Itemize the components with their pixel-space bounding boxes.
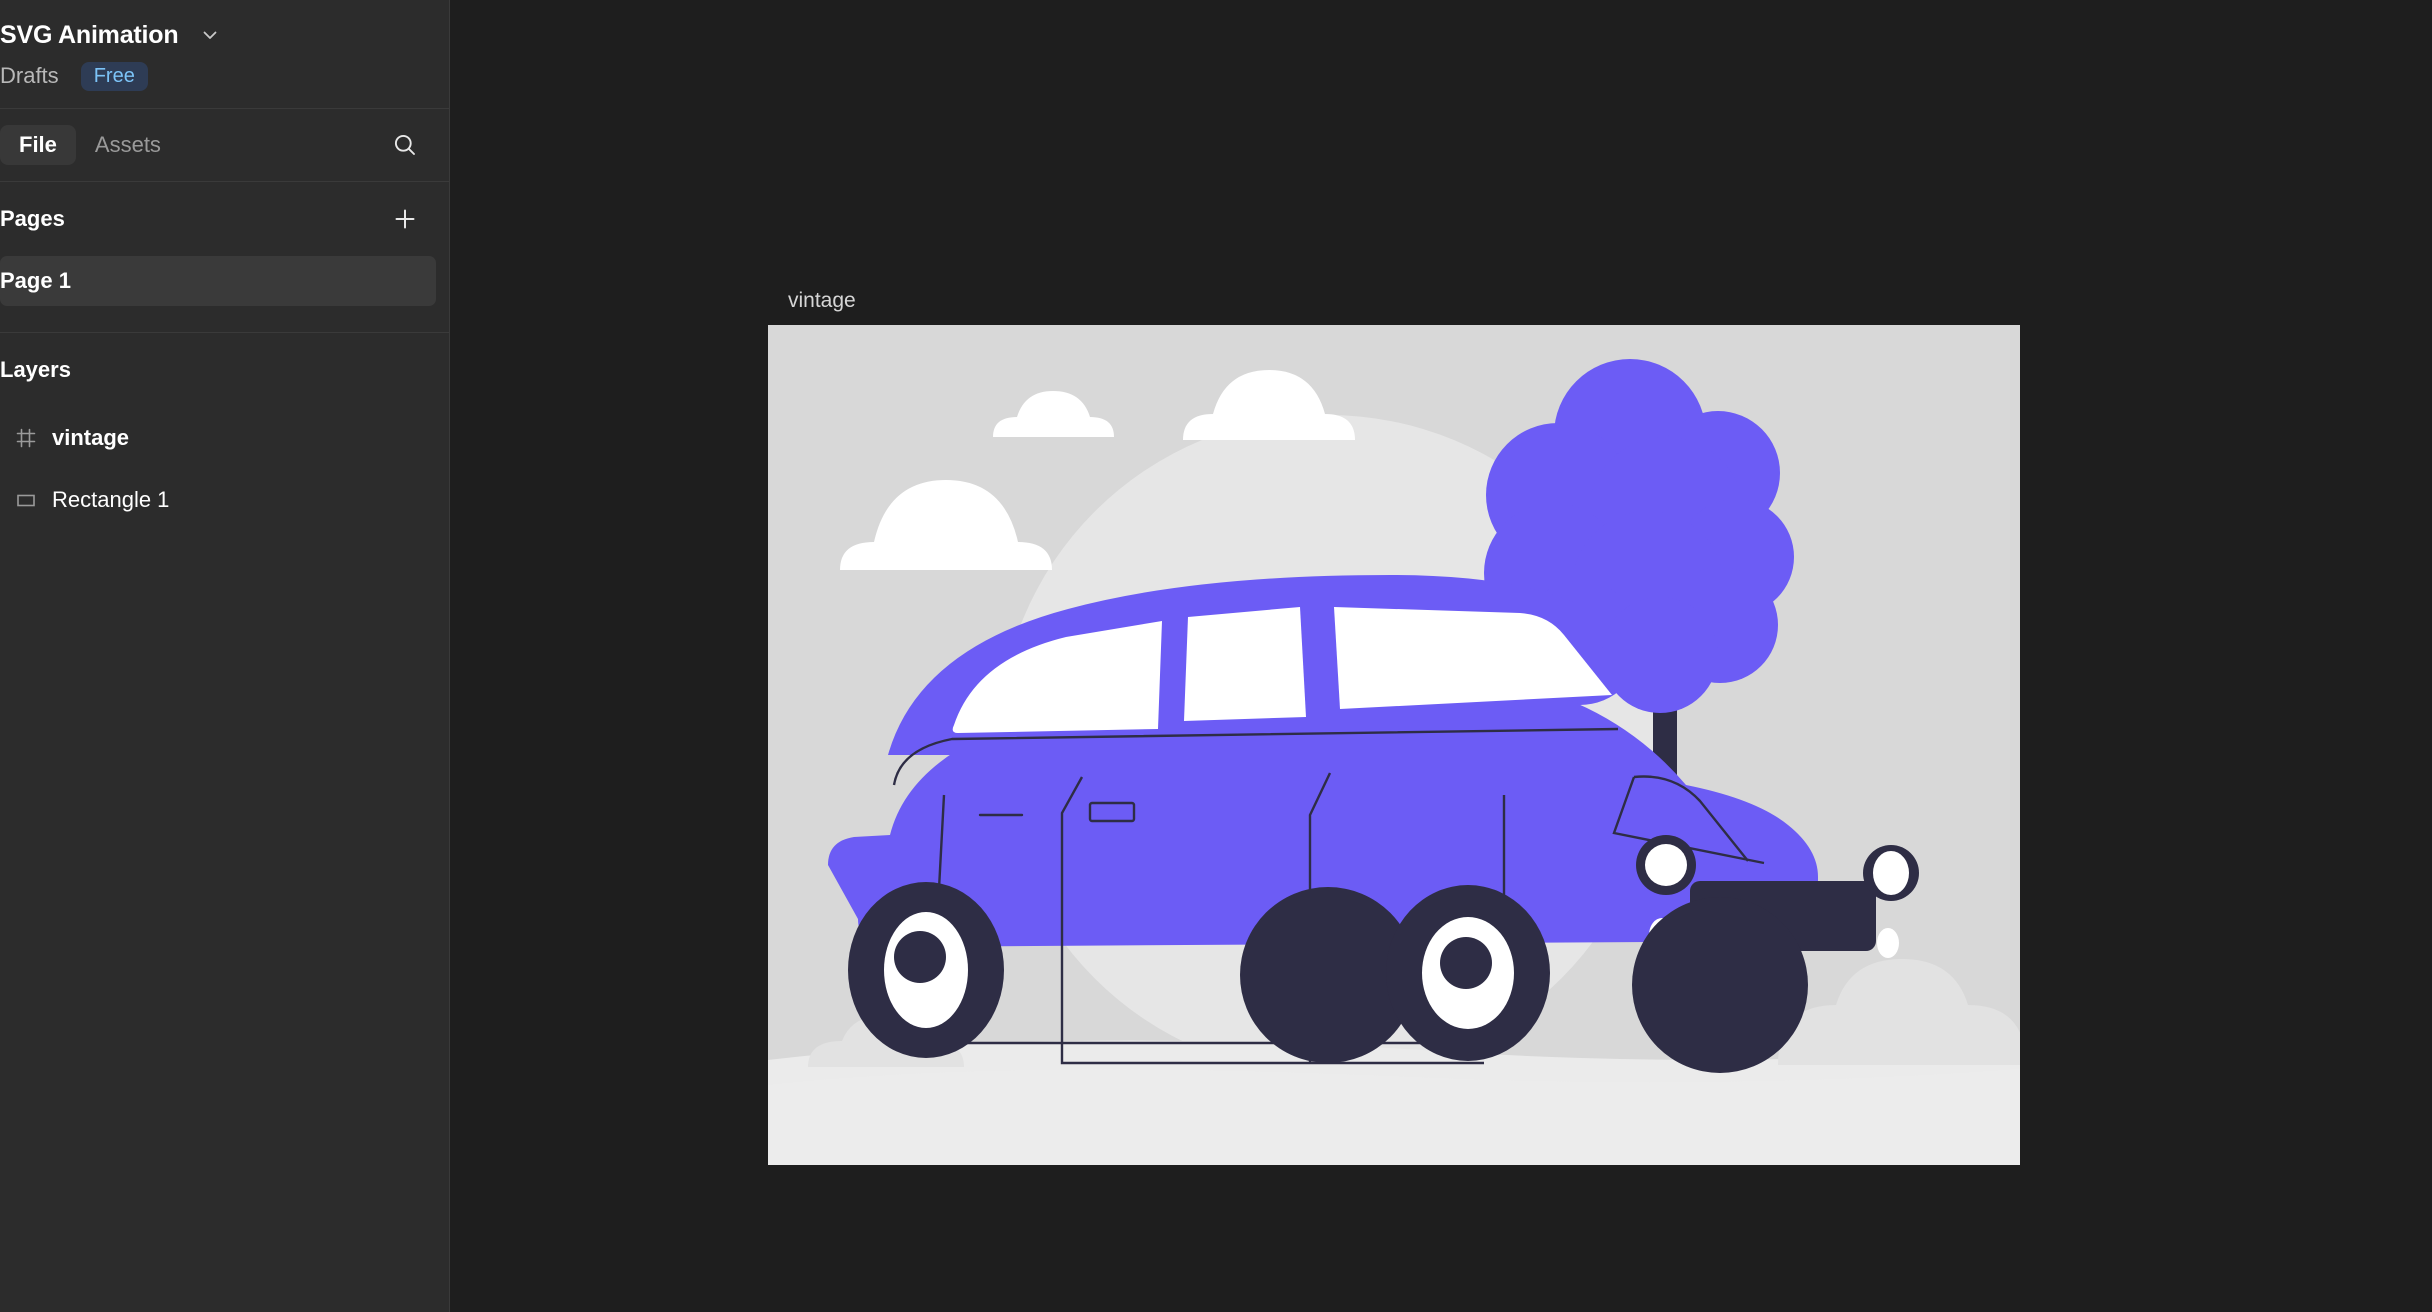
pages-title: Pages [0, 206, 65, 231]
frame-contents [768, 325, 2020, 1165]
headlight-left [1645, 844, 1687, 886]
plus-icon[interactable] [385, 199, 425, 239]
frame-label[interactable]: vintage [788, 289, 856, 313]
foreground-ground [768, 1069, 2020, 1165]
foglight-right [1877, 928, 1899, 958]
layer-label: Rectangle 1 [52, 487, 170, 512]
chevron-down-icon[interactable] [200, 25, 220, 45]
layer-row-vintage[interactable]: vintage [0, 407, 449, 469]
plan-badge[interactable]: Free [80, 61, 148, 91]
layers-section-header: Layers [0, 333, 449, 407]
layer-label: vintage [52, 425, 130, 450]
tab-assets[interactable]: Assets [76, 125, 180, 165]
page-label: Page 1 [0, 268, 71, 293]
rectangle-icon [0, 489, 52, 511]
canvas-workspace[interactable]: vintage [450, 0, 2432, 1312]
project-name[interactable]: Drafts [0, 63, 59, 89]
file-title: SVG Animation [0, 21, 179, 49]
figma-app-window: SVG Animation Drafts Free File Assets Pa… [0, 0, 2432, 1312]
page-list-item-page-1[interactable]: Page 1 [0, 256, 436, 306]
search-icon[interactable] [383, 123, 427, 167]
pages-layers-spacer [0, 306, 449, 332]
vintage-car-illustration [768, 325, 2020, 1165]
layers-title: Layers [0, 357, 71, 382]
pages-section-header: Pages [0, 182, 449, 256]
left-sidebar: SVG Animation Drafts Free File Assets Pa… [0, 0, 450, 1312]
file-meta-row: Drafts Free [0, 58, 449, 94]
file-header: SVG Animation Drafts Free [0, 0, 449, 108]
frame-vintage[interactable]: vintage [768, 289, 2020, 1165]
front-under-shadow [1632, 897, 1808, 1073]
file-title-row: SVG Animation [0, 14, 449, 56]
panel-tabs: File Assets [0, 109, 449, 181]
headlight-right [1873, 851, 1909, 895]
window-middle [1184, 607, 1306, 721]
frame-icon [0, 427, 52, 449]
wheel-front-hub [1440, 937, 1492, 989]
tab-file[interactable]: File [0, 125, 76, 165]
layer-row-rectangle-1[interactable]: Rectangle 1 [0, 469, 449, 531]
wheel-rear-hub [894, 931, 946, 983]
